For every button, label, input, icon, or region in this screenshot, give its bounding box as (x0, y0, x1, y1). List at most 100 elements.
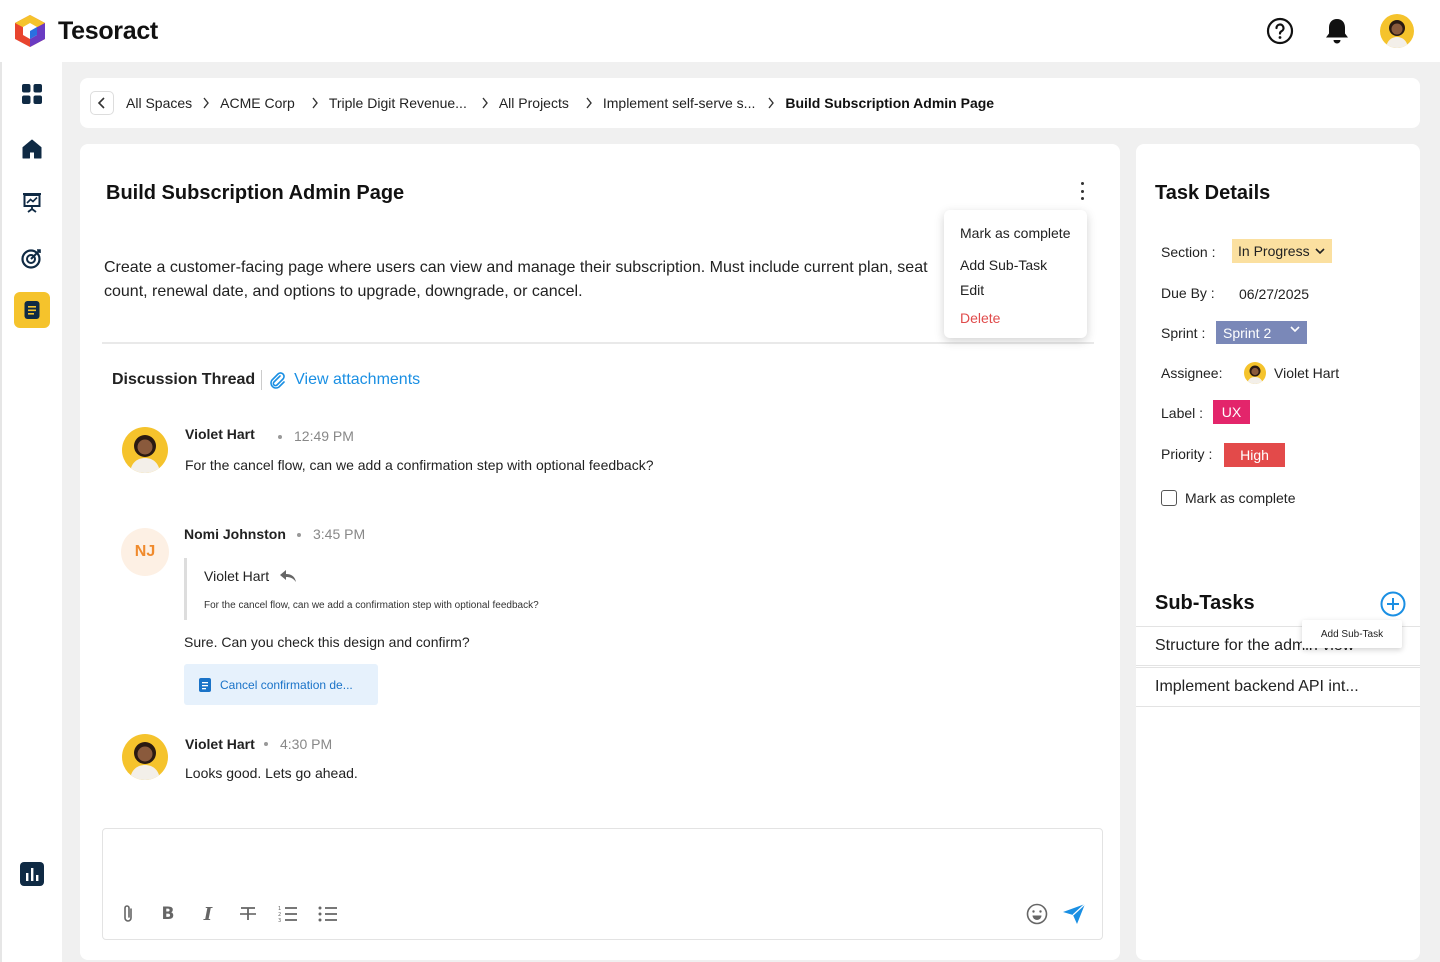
breadcrumb-item[interactable]: ACME Corp (220, 95, 295, 111)
attachment-name: Cancel confirmation de... (220, 677, 353, 692)
strikethrough-icon[interactable] (237, 903, 259, 925)
sidebar-item-presentations[interactable] (14, 184, 50, 220)
priority-badge[interactable]: High (1224, 443, 1285, 467)
top-bar: Tesoract (0, 0, 1440, 62)
menu-item-mark-complete[interactable]: Mark as complete (944, 222, 1087, 247)
message-composer[interactable]: B I 123 (102, 828, 1103, 940)
assignee-value[interactable]: Violet Hart (1274, 365, 1339, 381)
page-title: Build Subscription Admin Page (106, 182, 405, 204)
chevron-right-icon (585, 97, 593, 109)
mark-complete-checkbox[interactable] (1161, 490, 1177, 506)
breadcrumb-item[interactable]: All Projects (499, 95, 569, 111)
more-options-icon[interactable] (1078, 182, 1086, 200)
separator-dot (278, 435, 282, 439)
logo-icon (15, 15, 45, 47)
send-icon[interactable] (1062, 903, 1086, 925)
add-subtask-tooltip: Add Sub-Task (1302, 620, 1402, 648)
avatar (122, 427, 168, 473)
help-icon[interactable] (1266, 17, 1294, 45)
label-badge[interactable]: UX (1213, 400, 1250, 424)
user-avatar[interactable] (1380, 14, 1414, 48)
home-icon (22, 139, 42, 159)
breadcrumb-item[interactable]: Triple Digit Revenue... (329, 95, 467, 111)
assignee-avatar (1244, 362, 1266, 384)
view-attachments-link[interactable]: View attachments (294, 371, 420, 389)
target-icon (21, 249, 41, 269)
bullet-list-icon[interactable] (317, 903, 339, 925)
breadcrumb-item[interactable]: Implement self-serve s... (603, 95, 756, 111)
sidebar-item-home[interactable] (14, 131, 50, 167)
separator-dot (297, 533, 301, 537)
dashboard-icon (22, 84, 42, 104)
sidebar-item-dashboard[interactable] (14, 76, 50, 112)
presentation-icon (23, 193, 41, 213)
italic-icon[interactable]: I (197, 903, 219, 925)
paperclip-icon (270, 372, 285, 389)
mark-complete-label: Mark as complete (1185, 490, 1296, 506)
sidebar-item-goals[interactable] (14, 240, 50, 276)
menu-item-add-subtask[interactable]: Add Sub-Task (944, 254, 1087, 279)
message-text: Sure. Can you check this design and conf… (184, 634, 470, 650)
analytics-icon (20, 862, 44, 886)
sprint-label: Sprint : (1161, 325, 1206, 341)
chevron-right-icon (481, 97, 489, 109)
quoted-text: For the cancel flow, can we add a confir… (204, 600, 539, 611)
emoji-icon[interactable] (1026, 903, 1048, 925)
sidebar-item-analytics[interactable] (14, 856, 50, 892)
chevron-right-icon (202, 97, 210, 109)
app-logo[interactable]: Tesoract (14, 14, 158, 48)
reply-icon (280, 570, 297, 582)
document-icon (24, 301, 40, 319)
message-text: Looks good. Lets go ahead. (185, 765, 358, 781)
message-author: Violet Hart (185, 426, 255, 442)
sidebar-item-tasks[interactable] (14, 292, 50, 328)
priority-label: Priority : (1161, 446, 1213, 462)
paperclip-icon[interactable] (117, 903, 139, 925)
breadcrumb-current: Build Subscription Admin Page (785, 95, 995, 111)
task-description: Create a customer-facing page where user… (104, 259, 928, 300)
divider (102, 342, 1094, 344)
bell-icon[interactable] (1324, 17, 1350, 45)
message-text: For the cancel flow, can we add a confir… (185, 457, 654, 473)
sprint-select[interactable]: Sprint 2 (1216, 321, 1307, 344)
chevron-right-icon (311, 97, 319, 109)
chevron-down-icon (1315, 248, 1325, 255)
task-details-panel: Task Details Section : In Progress Due B… (1136, 144, 1420, 960)
add-subtask-button[interactable] (1380, 591, 1406, 617)
attachment-chip[interactable]: Cancel confirmation de... (184, 664, 378, 705)
due-value[interactable]: 06/27/2025 (1239, 286, 1309, 302)
assignee-label: Assignee: (1161, 365, 1223, 381)
task-options-menu: Mark as complete Add Sub-Task Edit Delet… (944, 210, 1087, 338)
subtask-row[interactable]: Implement backend API int... (1136, 667, 1420, 707)
message-time: 4:30 PM (280, 736, 333, 752)
message-author: Violet Hart (185, 736, 255, 752)
quoted-author: Violet Hart (204, 568, 270, 584)
app-name: Tesoract (58, 16, 158, 45)
breadcrumb: All Spaces ACME Corp Triple Digit Revenu… (80, 78, 1420, 128)
label-label: Label : (1161, 405, 1204, 421)
bold-icon[interactable]: B (157, 903, 179, 925)
chevron-left-icon (97, 97, 105, 109)
thread-title: Discussion Thread (112, 371, 256, 388)
section-value: In Progress (1238, 243, 1310, 259)
divider (261, 370, 263, 390)
message-time: 12:49 PM (294, 428, 354, 444)
menu-item-edit[interactable]: Edit (944, 279, 1087, 304)
section-select[interactable]: In Progress (1232, 239, 1332, 263)
avatar-initials: NJ (121, 528, 169, 576)
details-title: Task Details (1155, 182, 1271, 204)
menu-item-delete[interactable]: Delete (944, 307, 1087, 332)
reply-quote: Violet Hart For the cancel flow, can we … (184, 558, 604, 620)
message-time: 3:45 PM (313, 526, 366, 542)
back-button[interactable] (90, 91, 114, 115)
avatar (122, 734, 168, 780)
section-label: Section : (1161, 244, 1216, 260)
document-icon (199, 677, 211, 692)
chevron-right-icon (767, 97, 775, 109)
breadcrumb-item[interactable]: All Spaces (126, 95, 192, 111)
numbered-list-icon[interactable]: 123 (277, 903, 299, 925)
task-card: Build Subscription Admin Page Create a c… (80, 144, 1120, 960)
sidebar (0, 62, 62, 962)
message-author: Nomi Johnston (184, 526, 286, 542)
chevron-down-icon (1290, 326, 1300, 333)
